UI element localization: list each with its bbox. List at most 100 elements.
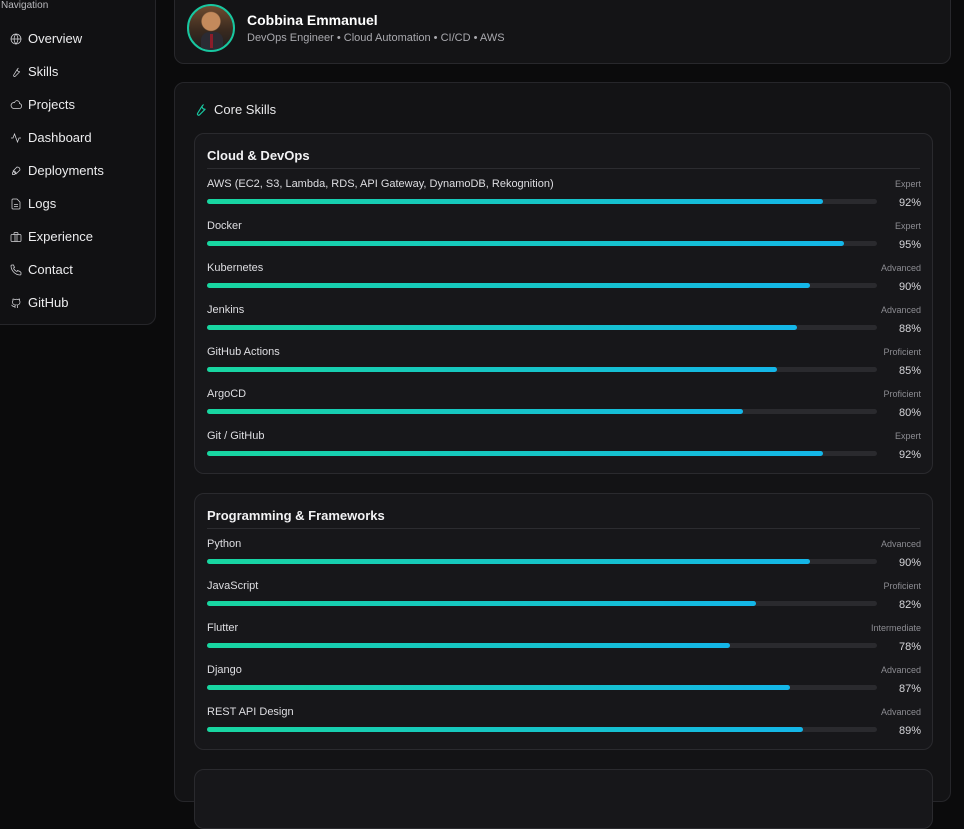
skill-progress-bar — [207, 241, 877, 246]
skill-progress-fill — [207, 199, 824, 204]
skill-percent: 92% — [898, 449, 921, 461]
skill-row: JavaScript Proficient 82% — [207, 580, 921, 618]
skill-percent: 82% — [898, 599, 921, 611]
skills-panel: Core Skills Cloud & DevOps AWS (EC2, S3,… — [174, 82, 951, 829]
skill-progress-fill — [207, 451, 824, 456]
skill-name: Docker — [207, 220, 242, 232]
skill-level: Intermediate — [870, 623, 921, 633]
wrench-icon — [13, 67, 21, 77]
skill-row: AWS (EC2, S3, Lambda, RDS, API Gateway, … — [207, 178, 921, 216]
nav-item-deployments[interactable]: Deployments — [10, 154, 104, 187]
skill-row: REST API Design Advanced 89% — [207, 706, 921, 744]
skill-name: Kubernetes — [207, 262, 264, 274]
skill-level: Expert — [894, 221, 921, 231]
avatar — [187, 4, 235, 52]
skill-progress-fill — [207, 559, 810, 564]
skill-percent: 89% — [898, 725, 921, 737]
skill-level: Advanced — [880, 263, 921, 273]
skill-progress-fill — [207, 325, 797, 330]
skill-name: REST API Design — [207, 706, 294, 718]
skill-row: ArgoCD Proficient 80% — [207, 388, 921, 426]
profile-role: DevOps Engineer • Cloud Automation • CI/… — [247, 32, 505, 44]
nav-item-experience[interactable]: Experience — [10, 220, 104, 253]
nav-item-label: Skills — [28, 64, 59, 79]
nav-item-dashboard[interactable]: Dashboard — [10, 121, 104, 154]
cloud-icon — [10, 99, 22, 109]
skill-percent: 88% — [898, 323, 921, 335]
skill-name: JavaScript — [207, 580, 259, 592]
skill-group-next — [194, 769, 933, 829]
nav-list: Overview Skills Projects Dashboard Deplo… — [10, 22, 104, 319]
skill-progress-fill — [207, 685, 790, 690]
skill-progress-fill — [207, 727, 804, 732]
skill-progress-bar — [207, 727, 877, 732]
skill-level: Advanced — [880, 539, 921, 549]
skill-name: Python — [207, 538, 242, 550]
skill-progress-fill — [207, 601, 757, 606]
skill-percent: 90% — [898, 281, 921, 293]
phone-icon — [10, 264, 22, 275]
skill-row: Jenkins Advanced 88% — [207, 304, 921, 342]
skills-title: Core Skills — [193, 102, 276, 117]
skill-percent: 95% — [898, 239, 921, 251]
nav-item-github[interactable]: GitHub — [10, 286, 104, 319]
nav-item-contact[interactable]: Contact — [10, 253, 104, 286]
skill-progress-bar — [207, 409, 877, 414]
skill-percent: 80% — [898, 407, 921, 419]
nav-item-label: GitHub — [28, 295, 69, 310]
skill-level: Proficient — [883, 581, 921, 591]
skill-progress-fill — [207, 643, 730, 648]
skill-level: Expert — [894, 431, 921, 441]
skill-row: Python Advanced 90% — [207, 538, 921, 576]
nav-heading: Navigation — [1, 0, 49, 11]
skill-name: AWS (EC2, S3, Lambda, RDS, API Gateway, … — [207, 178, 554, 190]
skill-percent: 85% — [898, 365, 921, 377]
skill-progress-bar — [207, 451, 877, 456]
skill-percent: 78% — [898, 641, 921, 653]
nav-item-skills[interactable]: Skills — [10, 55, 104, 88]
skill-row: Django Advanced 87% — [207, 664, 921, 702]
skill-progress-fill — [207, 283, 810, 288]
skill-name: Django — [207, 664, 242, 676]
skills-title-label: Core Skills — [214, 102, 277, 117]
skill-row: Kubernetes Advanced 90% — [207, 262, 921, 300]
skill-percent: 87% — [898, 683, 921, 695]
nav-item-logs[interactable]: Logs — [10, 187, 104, 220]
skill-percent: 92% — [898, 197, 921, 209]
skill-name: Flutter — [207, 622, 239, 634]
nav-item-label: Deployments — [28, 163, 104, 178]
skill-group-programming: Programming & Frameworks Python Advanced… — [194, 493, 933, 750]
skill-progress-fill — [207, 409, 743, 414]
skill-level: Expert — [894, 179, 921, 189]
profile-card: Cobbina Emmanuel DevOps Engineer • Cloud… — [174, 0, 951, 64]
skill-name: Git / GitHub — [207, 430, 265, 442]
skill-progress-bar — [207, 199, 877, 204]
skill-name: ArgoCD — [207, 388, 247, 400]
nav-item-label: Projects — [28, 97, 75, 112]
file-icon — [11, 198, 21, 209]
profile-name: Cobbina Emmanuel — [247, 12, 378, 28]
skill-progress-bar — [207, 559, 877, 564]
wrench-icon — [196, 104, 206, 116]
briefcase-icon — [10, 231, 22, 242]
nav-item-label: Dashboard — [28, 130, 92, 145]
nav-item-label: Logs — [28, 196, 57, 211]
skill-level: Proficient — [883, 389, 921, 399]
rocket-icon — [12, 166, 21, 175]
nav-item-label: Overview — [28, 31, 83, 46]
avatar-tie — [210, 34, 213, 48]
nav-item-overview[interactable]: Overview — [10, 22, 104, 55]
skill-progress-fill — [207, 241, 844, 246]
group-title: Cloud & DevOps — [207, 148, 310, 163]
github-icon — [11, 298, 21, 308]
nav-item-label: Experience — [28, 229, 94, 244]
skill-progress-fill — [207, 367, 777, 372]
skill-level: Advanced — [880, 707, 921, 717]
divider — [207, 528, 920, 529]
divider — [207, 168, 920, 169]
globe-icon — [10, 33, 22, 44]
skill-group-cloud-devops: Cloud & DevOps AWS (EC2, S3, Lambda, RDS… — [194, 133, 933, 474]
skill-row: Docker Expert 95% — [207, 220, 921, 258]
skill-percent: 90% — [898, 557, 921, 569]
nav-item-projects[interactable]: Projects — [10, 88, 104, 121]
